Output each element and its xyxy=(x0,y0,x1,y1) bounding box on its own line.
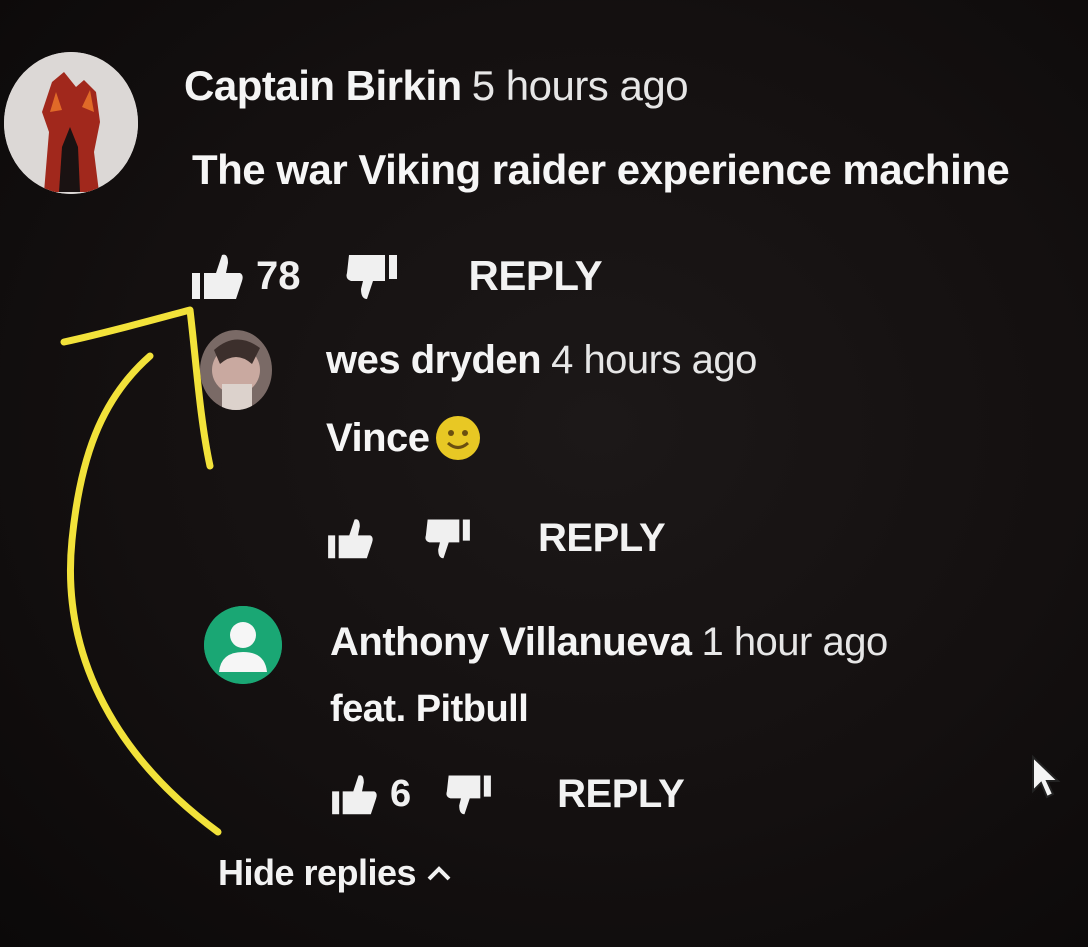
comment-header: Captain Birkin 5 hours ago xyxy=(184,62,689,110)
dislike-button[interactable] xyxy=(343,251,399,301)
like-button[interactable] xyxy=(190,251,246,301)
like-button[interactable] xyxy=(330,772,380,816)
like-count: 78 xyxy=(256,253,301,298)
reply-header: wes dryden 4 hours ago xyxy=(326,338,757,383)
reply-actions: REPLY xyxy=(326,512,666,564)
like-button[interactable] xyxy=(326,516,376,560)
reply-text: feat. Pitbull xyxy=(330,688,529,730)
comment-timestamp[interactable]: 5 hours ago xyxy=(472,62,689,109)
comments-screen: Captain Birkin 5 hours ago The war Viking… xyxy=(0,0,1088,947)
reply-text-content: Vince xyxy=(326,415,430,460)
reply-timestamp[interactable]: 1 hour ago xyxy=(701,620,888,664)
mouse-cursor-icon xyxy=(1030,754,1064,808)
like-count: 6 xyxy=(390,772,412,815)
thumbs-down-icon xyxy=(425,519,470,559)
default-user-avatar-icon xyxy=(204,606,282,684)
author-name[interactable]: Captain Birkin xyxy=(184,62,462,109)
thumbs-up-icon xyxy=(332,775,377,815)
hide-replies-button[interactable]: Hide replies xyxy=(218,852,452,894)
red-figure-avatar-icon xyxy=(4,52,138,194)
reply-author-avatar[interactable] xyxy=(204,606,282,684)
comment-text: The war Viking raider experience machine xyxy=(192,146,1010,193)
reply-button[interactable]: REPLY xyxy=(469,252,603,300)
comment-actions: 78 REPLY xyxy=(190,248,603,304)
hide-replies-label: Hide replies xyxy=(218,852,417,893)
thumbs-up-icon xyxy=(192,254,243,299)
slightly-smiling-face-icon xyxy=(434,414,482,462)
reply-text: Vince xyxy=(326,414,482,462)
reply-button[interactable]: REPLY xyxy=(538,516,666,561)
reply-button[interactable]: REPLY xyxy=(557,772,685,817)
reply-author-avatar[interactable] xyxy=(200,330,272,410)
dislike-button[interactable] xyxy=(443,772,493,816)
thumbs-down-icon xyxy=(346,255,397,299)
reply-header: Anthony Villanueva 1 hour ago xyxy=(330,620,888,665)
reply-actions: 6 REPLY xyxy=(330,768,685,820)
thumbs-down-icon xyxy=(446,775,492,815)
photo-avatar-icon xyxy=(200,330,272,410)
dislike-button[interactable] xyxy=(422,516,472,560)
chevron-up-icon xyxy=(426,863,452,883)
thumbs-up-icon xyxy=(328,519,373,559)
reply-author-name[interactable]: Anthony Villanueva xyxy=(330,620,692,664)
author-avatar[interactable] xyxy=(4,52,138,194)
reply-author-name[interactable]: wes dryden xyxy=(326,338,542,382)
reply-timestamp[interactable]: 4 hours ago xyxy=(551,338,757,382)
